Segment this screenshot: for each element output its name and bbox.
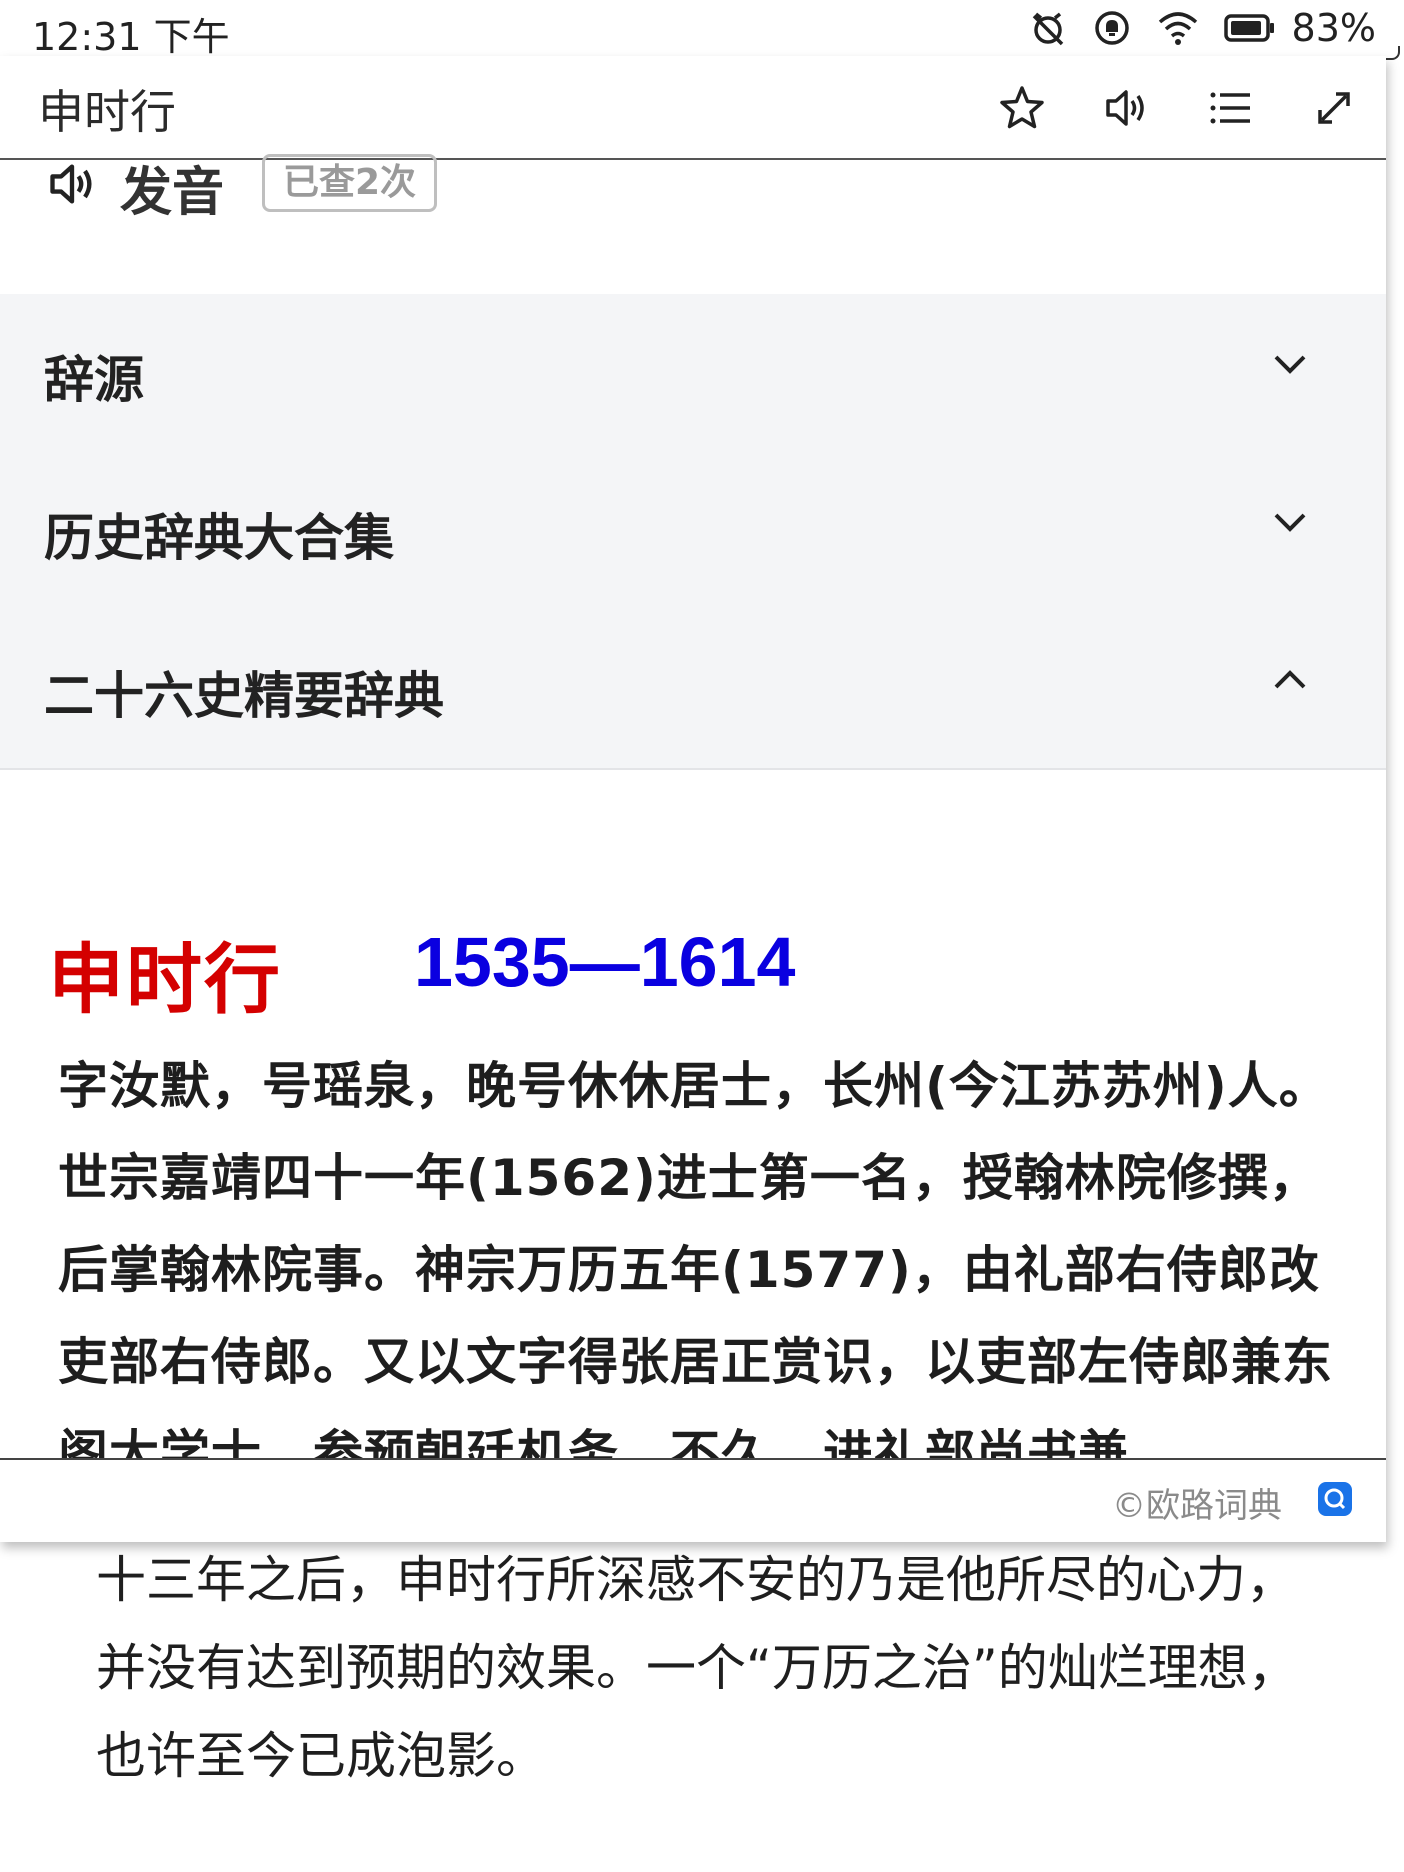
lookup-count-badge: 已查2次	[262, 154, 438, 212]
favorite-button[interactable]	[970, 80, 1074, 136]
notification-icon	[1094, 11, 1129, 45]
expand-icon	[1318, 92, 1350, 124]
speak-button[interactable]	[1074, 80, 1178, 136]
entry-years: 1535—1614	[414, 923, 796, 1001]
battery-icon	[1223, 14, 1274, 42]
chevron-down-icon	[1274, 513, 1306, 532]
article-text: 十三年之后，申时行所深感不安的乃是他所尽的心力，并没有达到预期的效果。一个“万历…	[96, 1551, 1298, 1785]
star-icon	[1000, 86, 1044, 129]
entry-headword: 申时行	[48, 935, 282, 1024]
status-icons: 83%	[1028, 6, 1376, 50]
dictionary-popup: 申时行 发音 已查2次 辞源 历史辞典大合集 二十六史精要辞典 申时行 1535…	[0, 56, 1386, 1542]
entry-definition: 字汝默，号瑶泉，晚号休休居士，长州(今江苏苏州)人。世宗嘉靖四十一年(1562)…	[58, 1057, 1333, 1470]
pronunciation-label[interactable]: 发音	[120, 150, 224, 225]
status-bar: 12:31 下午 83%	[0, 0, 1404, 60]
wifi-icon	[1158, 12, 1197, 45]
chevron-up-icon	[1274, 670, 1306, 689]
copyright-text: ©欧路词典	[1112, 1486, 1282, 1526]
list-icon	[1210, 92, 1250, 124]
list-button[interactable]	[1178, 80, 1282, 136]
section-26-histories[interactable]: 二十六史精要辞典	[0, 610, 1386, 770]
battery-percent: 83%	[1291, 6, 1376, 50]
popup-footer: ©欧路词典	[0, 1458, 1386, 1542]
alarm-off-icon	[1032, 12, 1063, 46]
section-label: 辞源	[44, 351, 144, 409]
app-logo-icon[interactable]	[1318, 1482, 1352, 1516]
edge-mark	[1386, 46, 1400, 60]
section-history-dictionaries[interactable]: 历史辞典大合集	[0, 452, 1386, 612]
popup-title: 申时行	[38, 85, 176, 139]
section-label: 历史辞典大合集	[44, 509, 394, 567]
chevron-down-icon	[1274, 355, 1306, 374]
entry-content: 申时行 1535—1614 字汝默，号瑶泉，晚号休休居士，长州(今江苏苏州)人。…	[0, 770, 1386, 1470]
status-time: 12:31 下午	[32, 15, 230, 59]
speaker-icon	[1106, 90, 1144, 126]
popup-header: 申时行	[0, 56, 1386, 160]
pronunciation-speaker-icon[interactable]	[46, 158, 98, 210]
header-toolbar	[970, 80, 1386, 136]
expand-button[interactable]	[1282, 80, 1386, 136]
section-label: 二十六史精要辞典	[44, 667, 444, 725]
section-ciyuan[interactable]: 辞源	[0, 294, 1386, 454]
